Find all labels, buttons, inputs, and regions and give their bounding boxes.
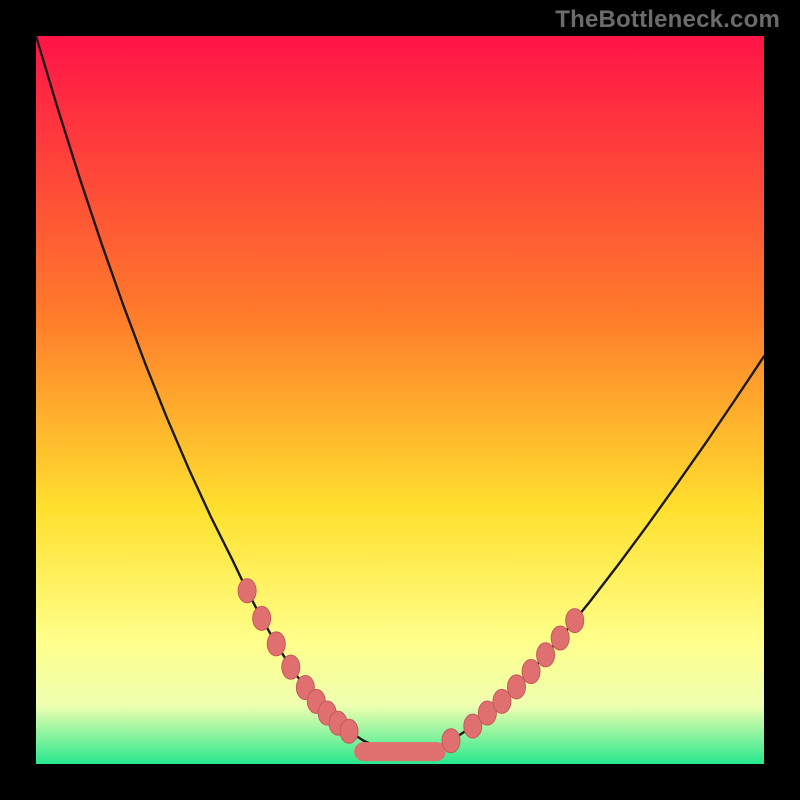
chart-frame: TheBottleneck.com <box>0 0 800 800</box>
chart-svg <box>36 36 764 764</box>
data-marker <box>522 660 540 684</box>
data-marker <box>566 609 584 633</box>
data-marker <box>537 643 555 667</box>
plot-area <box>36 36 764 764</box>
data-marker <box>442 729 460 753</box>
watermark-text: TheBottleneck.com <box>555 6 780 34</box>
data-marker <box>551 626 569 650</box>
data-marker <box>267 632 285 656</box>
data-marker <box>340 719 358 743</box>
data-marker <box>282 655 300 679</box>
gradient-bg <box>36 36 764 764</box>
data-marker <box>238 579 256 603</box>
data-marker <box>507 675 525 699</box>
data-marker <box>253 606 271 630</box>
